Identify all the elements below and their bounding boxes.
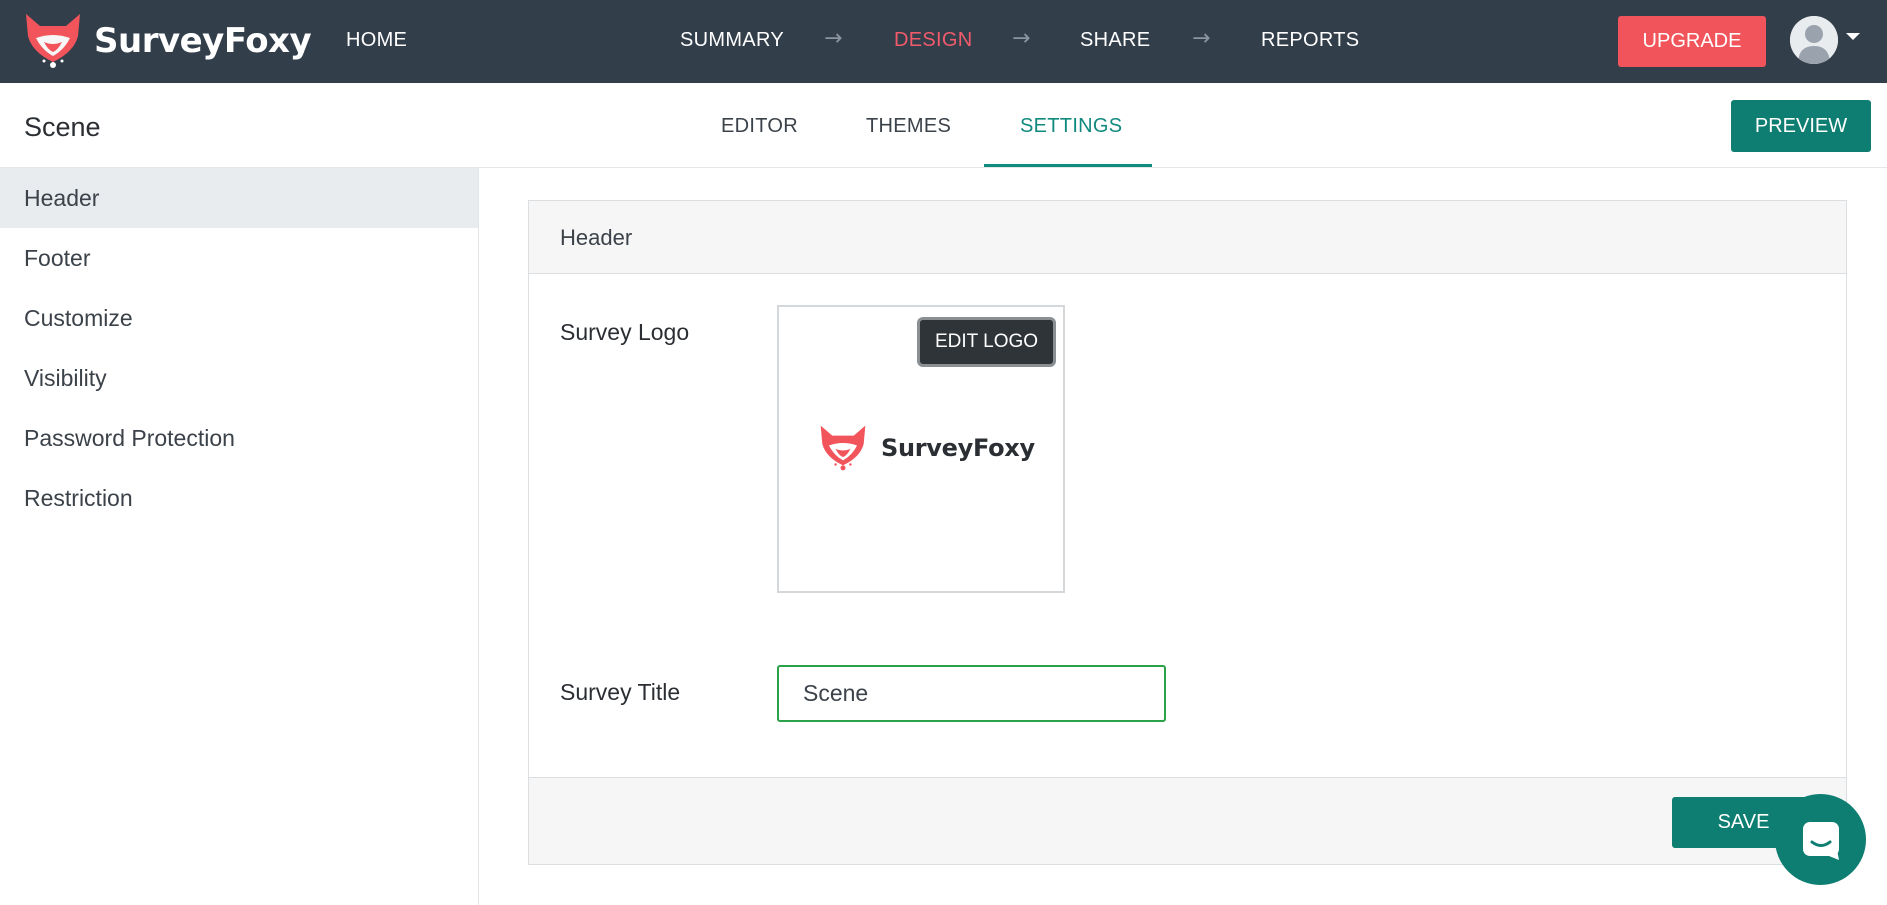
sidebar-item-restriction[interactable]: Restriction [0, 468, 478, 528]
tab-settings[interactable]: SETTINGS [1020, 115, 1122, 138]
fox-logo-icon [26, 14, 80, 68]
sidebar-item-footer[interactable]: Footer [0, 228, 478, 288]
settings-sidebar: Header Footer Customize Visibility Passw… [0, 168, 479, 905]
sidebar-item-header[interactable]: Header [0, 168, 478, 228]
panel-header: Header [529, 201, 1846, 274]
chat-launcher[interactable] [1775, 794, 1866, 885]
chat-icon [1802, 821, 1839, 860]
logo-image: SurveyFoxy [815, 424, 1035, 472]
edit-logo-button[interactable]: EDIT LOGO [917, 317, 1056, 367]
tab-editor[interactable]: EDITOR [721, 115, 798, 138]
preview-button[interactable]: PREVIEW [1731, 100, 1871, 152]
survey-subheader: Scene EDITOR THEMES SETTINGS [0, 83, 1887, 168]
survey-logo-label: Survey Logo [560, 319, 690, 345]
upgrade-button[interactable]: UPGRADE [1618, 16, 1766, 67]
panel-title: Header [560, 225, 633, 250]
tab-themes[interactable]: THEMES [866, 115, 951, 138]
nav-step-summary[interactable]: SUMMARY [680, 29, 784, 52]
brand-name: SurveyFoxy [94, 21, 312, 61]
step-arrow-icon: → [1192, 26, 1211, 51]
header-settings-panel: Header Survey Logo EDIT LOGO SurveyFoxy … [528, 200, 1847, 865]
step-arrow-icon: → [1012, 26, 1031, 51]
logo-text: SurveyFoxy [881, 434, 1035, 462]
caret-down-icon[interactable] [1846, 33, 1860, 40]
step-arrow-icon: → [824, 26, 843, 51]
brand[interactable]: SurveyFoxy [22, 12, 312, 70]
sidebar-item-visibility[interactable]: Visibility [0, 348, 478, 408]
sidebar-item-password-protection[interactable]: Password Protection [0, 408, 478, 468]
top-navbar: SurveyFoxy HOME SUMMARY → DESIGN → SHARE… [0, 0, 1887, 83]
user-avatar-icon[interactable] [1790, 16, 1838, 64]
nav-step-design[interactable]: DESIGN [894, 29, 972, 52]
survey-name: Scene [24, 112, 101, 142]
sidebar-item-customize[interactable]: Customize [0, 288, 478, 348]
fox-logo-icon [820, 425, 866, 471]
survey-title-label: Survey Title [560, 679, 681, 705]
logo-preview: EDIT LOGO SurveyFoxy [777, 305, 1065, 593]
nav-home[interactable]: HOME [346, 29, 407, 52]
survey-title-input[interactable] [777, 665, 1166, 722]
nav-step-reports[interactable]: REPORTS [1261, 29, 1359, 52]
panel-footer: SAVE [529, 777, 1846, 864]
active-tab-indicator [984, 164, 1152, 167]
nav-step-share[interactable]: SHARE [1080, 29, 1150, 52]
